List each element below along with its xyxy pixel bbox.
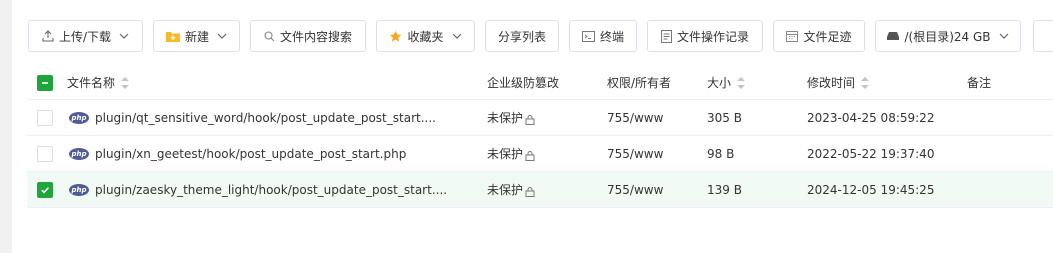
- column-file-name[interactable]: 文件名称: [67, 66, 130, 99]
- file-name-cell[interactable]: php plugin/zaesky_theme_light/hook/post_…: [69, 172, 447, 207]
- file-size-value: 305 B: [707, 110, 742, 125]
- column-permission-owner-label: 权限/所有者: [607, 76, 672, 90]
- file-name-link[interactable]: plugin/xn_geetest/hook/post_update_post_…: [95, 147, 406, 161]
- terminal-icon: [581, 30, 595, 42]
- sort-icon[interactable]: [121, 76, 130, 89]
- column-tamper-protection: 企业级防篡改: [487, 66, 559, 99]
- protection-cell[interactable]: 未保护: [487, 100, 535, 135]
- column-size[interactable]: 大小: [707, 66, 746, 99]
- column-permission-owner: 权限/所有者: [607, 66, 671, 99]
- file-table: 文件名称 企业级防篡改 权限/所有者 大小 修改时间 备注 php plugin…: [27, 66, 1053, 208]
- column-remark-label: 备注: [967, 76, 992, 90]
- sort-icon[interactable]: [737, 76, 746, 89]
- terminal-button[interactable]: 终端: [569, 20, 637, 52]
- row-checkbox[interactable]: [37, 100, 53, 135]
- table-row[interactable]: php plugin/qt_sensitive_word/hook/post_u…: [27, 100, 1053, 136]
- row-checkbox-box[interactable]: [37, 145, 53, 162]
- folder-icon: [165, 30, 180, 42]
- footprint-button[interactable]: 文件足迹: [773, 20, 865, 52]
- calendar-icon: [786, 30, 799, 42]
- operation-log-button[interactable]: 文件操作记录: [647, 20, 763, 52]
- php-file-icon: php: [69, 183, 89, 196]
- chevron-down-icon: [217, 33, 227, 39]
- upload-icon: [42, 30, 54, 42]
- minus-icon: [42, 81, 48, 84]
- row-checkbox-box[interactable]: [37, 109, 53, 126]
- new-label: 新建: [184, 29, 209, 44]
- file-content-search-button[interactable]: 文件内容搜索: [250, 20, 366, 52]
- size-cell: 98 B: [707, 136, 734, 171]
- column-modified-time[interactable]: 修改时间: [807, 66, 870, 99]
- modified-time-value: 2024-12-05 19:45:25: [807, 182, 935, 197]
- file-name-cell[interactable]: php plugin/xn_geetest/hook/post_update_p…: [69, 136, 406, 171]
- log-icon: [660, 29, 672, 43]
- protection-status: 未保护: [487, 147, 524, 161]
- php-file-icon: php: [69, 147, 89, 160]
- column-modified-time-label: 修改时间: [807, 76, 856, 90]
- upload-download-label: 上传/下载: [58, 29, 112, 44]
- permission-owner-value[interactable]: 755/www: [607, 147, 663, 161]
- size-cell: 139 B: [707, 172, 742, 207]
- protection-status: 未保护: [487, 111, 524, 125]
- file-manager-panel: 上传/下载 新建 文件内容搜索 收藏夹 分享列表 终端 文件操作记录 文件足迹 …: [12, 0, 1053, 253]
- share-list-button[interactable]: 分享列表: [485, 20, 559, 52]
- footprint-label: 文件足迹: [803, 29, 852, 44]
- terminal-label: 终端: [599, 29, 624, 44]
- favorites-label: 收藏夹: [407, 29, 444, 44]
- select-all-box[interactable]: [37, 74, 53, 91]
- size-cell: 305 B: [707, 100, 742, 135]
- permission-cell[interactable]: 755/www: [607, 172, 663, 207]
- file-content-search-label: 文件内容搜索: [279, 29, 352, 44]
- check-icon: [41, 186, 49, 193]
- table-row[interactable]: php plugin/zaesky_theme_light/hook/post_…: [27, 172, 1053, 208]
- file-name-link[interactable]: plugin/zaesky_theme_light/hook/post_upda…: [95, 183, 447, 197]
- star-icon: [389, 30, 402, 43]
- file-size-value: 98 B: [707, 146, 735, 161]
- file-size-value: 139 B: [707, 182, 742, 197]
- permission-cell[interactable]: 755/www: [607, 100, 663, 135]
- row-checkbox[interactable]: [37, 136, 53, 171]
- permission-owner-value[interactable]: 755/www: [607, 183, 663, 197]
- column-remark: 备注: [967, 66, 991, 99]
- lock-icon[interactable]: [525, 115, 535, 125]
- new-button[interactable]: 新建: [153, 20, 240, 52]
- upload-download-button[interactable]: 上传/下载: [28, 20, 143, 52]
- file-name-link[interactable]: plugin/qt_sensitive_word/hook/post_updat…: [95, 111, 436, 125]
- column-size-label: 大小: [707, 76, 732, 90]
- protection-status: 未保护: [487, 183, 524, 197]
- lock-icon[interactable]: [525, 151, 535, 161]
- toolbar: 上传/下载 新建 文件内容搜索 收藏夹 分享列表 终端 文件操作记录 文件足迹 …: [28, 20, 1053, 52]
- modified-time-value: 2023-04-25 08:59:22: [807, 110, 935, 125]
- more-toolbar-button[interactable]: [1033, 20, 1053, 52]
- chevron-down-icon: [452, 33, 462, 39]
- permission-cell[interactable]: 755/www: [607, 136, 663, 171]
- modified-time-cell: 2024-12-05 19:45:25: [807, 172, 934, 207]
- chevron-down-icon: [999, 33, 1009, 39]
- operation-log-label: 文件操作记录: [676, 29, 749, 44]
- lock-icon[interactable]: [525, 187, 535, 197]
- column-tamper-protection-label: 企业级防篡改: [487, 76, 560, 90]
- select-all-checkbox[interactable]: [37, 66, 53, 99]
- table-row[interactable]: php plugin/xn_geetest/hook/post_update_p…: [27, 136, 1053, 172]
- modified-time-value: 2022-05-22 19:37:40: [807, 146, 935, 161]
- favorites-button[interactable]: 收藏夹: [376, 20, 475, 52]
- modified-time-cell: 2023-04-25 08:59:22: [807, 100, 934, 135]
- disk-icon: [887, 31, 900, 41]
- protection-cell[interactable]: 未保护: [487, 136, 535, 171]
- sort-icon[interactable]: [861, 76, 870, 89]
- row-checkbox-box[interactable]: [37, 181, 53, 198]
- disk-label: /(根目录)24 GB: [904, 29, 991, 44]
- search-icon: [264, 30, 275, 42]
- php-file-icon: php: [69, 111, 89, 124]
- permission-owner-value[interactable]: 755/www: [607, 111, 663, 125]
- row-checkbox[interactable]: [37, 172, 53, 207]
- chevron-down-icon: [119, 33, 129, 39]
- share-list-label: 分享列表: [497, 29, 546, 44]
- protection-cell[interactable]: 未保护: [487, 172, 535, 207]
- table-header: 文件名称 企业级防篡改 权限/所有者 大小 修改时间 备注: [27, 66, 1053, 100]
- disk-selector-button[interactable]: /(根目录)24 GB: [875, 20, 1021, 52]
- file-name-cell[interactable]: php plugin/qt_sensitive_word/hook/post_u…: [69, 100, 436, 135]
- modified-time-cell: 2022-05-22 19:37:40: [807, 136, 934, 171]
- column-file-name-label: 文件名称: [67, 76, 116, 90]
